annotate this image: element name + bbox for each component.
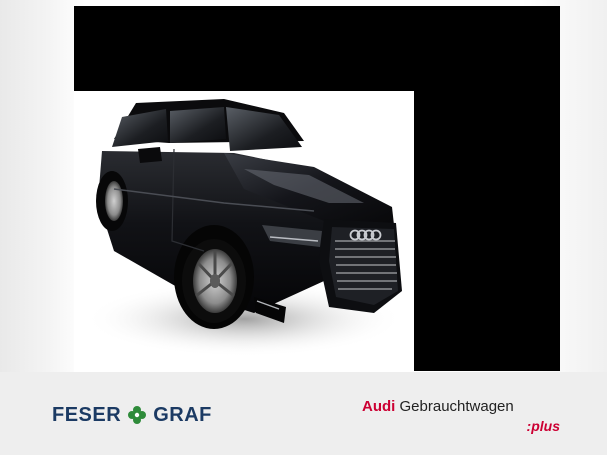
brand-name: Audi bbox=[362, 398, 396, 415]
black-mask-right bbox=[414, 6, 560, 371]
program-label: Gebrauchtwagen bbox=[399, 398, 514, 415]
photo-area bbox=[0, 0, 607, 372]
car-photo bbox=[74, 91, 414, 372]
listing-image-frame: FESER GRAF Audi Gebrauchtwagen :plus bbox=[0, 0, 607, 455]
dealer-logo: FESER GRAF bbox=[52, 402, 212, 428]
dealer-name-left: FESER bbox=[52, 403, 122, 426]
dealer-name-right: GRAF bbox=[153, 403, 212, 426]
clover-icon bbox=[127, 405, 147, 425]
program-suffix: :plus bbox=[526, 418, 560, 434]
brand-program-logo: Audi Gebrauchtwagen :plus bbox=[362, 398, 562, 438]
